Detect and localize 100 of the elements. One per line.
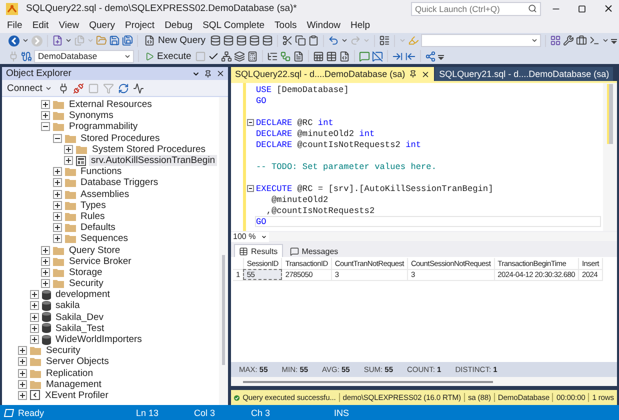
tree-item[interactable]: Defaults <box>78 222 118 234</box>
paste-icon[interactable] <box>308 35 319 46</box>
database-dropdown[interactable]: DemoDatabase <box>34 50 134 63</box>
caret-icon[interactable] <box>65 37 72 44</box>
execute-button[interactable]: Execute <box>143 49 194 64</box>
new-query-button[interactable]: New Query <box>142 34 208 48</box>
expand-icon[interactable] <box>52 167 62 176</box>
tree-item[interactable]: Service Broker <box>67 256 134 267</box>
tree-item[interactable]: Replication <box>44 368 95 379</box>
expand-icon[interactable] <box>41 268 50 277</box>
close-icon[interactable] <box>602 3 614 14</box>
database-icon[interactable] <box>262 35 273 46</box>
tree-item[interactable]: Rules <box>78 210 107 222</box>
maximize-icon[interactable] <box>578 4 586 12</box>
tree-item[interactable]: Storage <box>67 266 104 278</box>
overflow-icon[interactable] <box>610 36 617 46</box>
expand-icon[interactable] <box>64 144 73 154</box>
tree-item[interactable]: Query Store <box>67 244 122 256</box>
expand-icon[interactable] <box>18 390 27 400</box>
refresh-icon[interactable] <box>118 82 130 94</box>
file-text-icon[interactable] <box>293 50 304 62</box>
caret-icon[interactable] <box>602 37 609 44</box>
tree-item[interactable]: srv.AutoKillSessionTranBegin <box>89 155 218 166</box>
collapse-icon[interactable] <box>247 185 254 192</box>
scrollbar[interactable] <box>231 377 617 386</box>
tree-item[interactable]: Management <box>44 378 104 390</box>
tree-item[interactable]: Security <box>67 278 106 290</box>
menu-item[interactable]: Tools <box>270 18 302 32</box>
database-icon[interactable] <box>236 35 247 46</box>
expand-icon[interactable] <box>52 190 62 199</box>
activity-icon[interactable] <box>133 82 144 94</box>
collapse-icon[interactable] <box>41 122 50 132</box>
expand-icon[interactable] <box>52 234 62 244</box>
expand-icon[interactable] <box>30 324 38 333</box>
uncomment-icon[interactable] <box>372 50 384 62</box>
quick-launch-field[interactable]: Quick Launch (Ctrl+Q) <box>411 2 541 16</box>
dropdown-field[interactable] <box>420 34 541 48</box>
cut-icon[interactable] <box>282 35 293 46</box>
expand-icon[interactable] <box>52 200 62 210</box>
caret-icon[interactable] <box>192 70 200 78</box>
editor-tab[interactable]: SQLQuery22.sql - d....DemoDatabase (sa) <box>231 67 434 81</box>
expand-icon[interactable] <box>52 178 62 188</box>
expand-icon[interactable] <box>18 368 27 378</box>
tree-item[interactable]: Database Triggers <box>78 177 160 188</box>
menu-item[interactable]: Help <box>346 18 376 32</box>
expand-icon[interactable] <box>52 223 62 232</box>
expand-icon[interactable] <box>30 335 38 344</box>
workflow-icon[interactable] <box>280 50 292 62</box>
tree-item[interactable]: Programmability <box>67 121 140 132</box>
menu-item[interactable]: Query <box>84 18 120 32</box>
caret-icon[interactable] <box>22 37 29 44</box>
close-icon[interactable] <box>216 69 225 78</box>
save-icon[interactable] <box>109 35 120 46</box>
tree-item[interactable]: Server Objects <box>44 356 111 368</box>
comment-icon[interactable] <box>359 50 370 62</box>
pin-icon[interactable] <box>204 70 212 78</box>
caret-icon[interactable] <box>340 37 348 44</box>
undo-icon[interactable] <box>328 35 339 46</box>
copy-icon[interactable] <box>294 35 306 46</box>
scrollbar[interactable] <box>603 83 617 231</box>
expand-icon[interactable] <box>52 212 62 221</box>
plug-icon[interactable] <box>58 82 70 94</box>
save-all-icon[interactable] <box>122 35 133 46</box>
database-icon[interactable] <box>210 35 221 46</box>
tree-item[interactable]: Stored Procedures <box>78 132 162 144</box>
tree-item[interactable]: development <box>54 289 112 300</box>
indent-icon[interactable] <box>392 50 404 62</box>
expand-icon[interactable] <box>18 380 27 389</box>
expand-icon[interactable] <box>30 312 38 322</box>
results-tab[interactable]: Results <box>234 244 283 257</box>
wrench-icon[interactable] <box>562 35 574 46</box>
tree-item[interactable]: Synonyms <box>67 110 116 122</box>
expand-icon[interactable] <box>18 346 27 356</box>
menu-item[interactable]: Debug <box>160 18 198 32</box>
connect-button[interactable]: Connect <box>5 81 54 95</box>
layers-icon[interactable] <box>234 50 246 62</box>
list-tree-icon[interactable] <box>267 50 278 62</box>
expand-icon[interactable] <box>64 156 73 166</box>
sheet-icon[interactable] <box>313 50 324 62</box>
share-icon[interactable] <box>425 50 436 62</box>
list-icon[interactable] <box>378 35 390 46</box>
check-icon[interactable] <box>208 50 220 62</box>
expand-icon[interactable] <box>30 301 38 310</box>
collapse-icon[interactable] <box>247 119 254 126</box>
tree-item[interactable]: Types <box>78 200 108 211</box>
tree-item[interactable]: Sequences <box>78 233 130 244</box>
editor-tab[interactable]: SQLQuery21.sql - d....DemoDatabase (sa) <box>435 67 614 81</box>
tree-item[interactable]: Sakila_Dev <box>54 312 106 323</box>
tree-item[interactable]: Functions <box>78 166 124 178</box>
file-plus-icon[interactable] <box>52 35 63 46</box>
unplug-icon[interactable] <box>73 82 84 94</box>
tree-item[interactable]: Assemblies <box>78 188 132 200</box>
database-icon[interactable] <box>248 35 260 46</box>
tree-item[interactable]: System Stored Procedures <box>90 144 208 155</box>
menu-item[interactable]: Window <box>302 18 346 32</box>
file-code-icon[interactable] <box>339 50 350 62</box>
expand-icon[interactable] <box>41 246 50 255</box>
tree-item[interactable]: Security <box>44 345 82 356</box>
calculator-icon[interactable] <box>247 50 258 62</box>
expand-icon[interactable] <box>41 111 50 120</box>
